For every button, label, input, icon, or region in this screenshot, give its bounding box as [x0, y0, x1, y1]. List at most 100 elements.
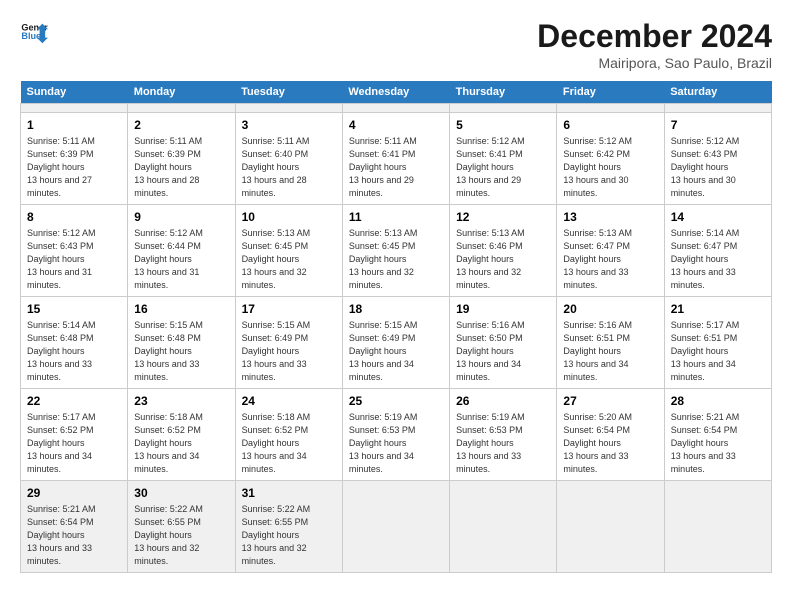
- calendar-cell: 27Sunrise: 5:20 AMSunset: 6:54 PMDayligh…: [557, 389, 664, 481]
- day-info: Sunrise: 5:11 AMSunset: 6:41 PMDaylight …: [349, 135, 443, 200]
- calendar-cell: [664, 104, 771, 113]
- calendar-container: General Blue December 2024 Mairipora, Sa…: [0, 0, 792, 583]
- day-number: 2: [134, 117, 228, 134]
- calendar-cell: 2Sunrise: 5:11 AMSunset: 6:39 PMDaylight…: [128, 113, 235, 205]
- day-info: Sunrise: 5:16 AMSunset: 6:50 PMDaylight …: [456, 319, 550, 384]
- day-info: Sunrise: 5:16 AMSunset: 6:51 PMDaylight …: [563, 319, 657, 384]
- day-number: 24: [242, 393, 336, 410]
- week-row-1: 1Sunrise: 5:11 AMSunset: 6:39 PMDaylight…: [21, 113, 772, 205]
- header-saturday: Saturday: [664, 81, 771, 104]
- day-number: 18: [349, 301, 443, 318]
- calendar-cell: 30Sunrise: 5:22 AMSunset: 6:55 PMDayligh…: [128, 481, 235, 573]
- day-number: 30: [134, 485, 228, 502]
- day-info: Sunrise: 5:14 AMSunset: 6:48 PMDaylight …: [27, 319, 121, 384]
- calendar-cell: 13Sunrise: 5:13 AMSunset: 6:47 PMDayligh…: [557, 205, 664, 297]
- day-number: 1: [27, 117, 121, 134]
- calendar-cell: 12Sunrise: 5:13 AMSunset: 6:46 PMDayligh…: [450, 205, 557, 297]
- day-number: 8: [27, 209, 121, 226]
- logo: General Blue: [20, 18, 48, 46]
- month-title: December 2024: [537, 18, 772, 55]
- day-info: Sunrise: 5:13 AMSunset: 6:45 PMDaylight …: [242, 227, 336, 292]
- day-number: 5: [456, 117, 550, 134]
- calendar-cell: [557, 104, 664, 113]
- calendar-cell: 16Sunrise: 5:15 AMSunset: 6:48 PMDayligh…: [128, 297, 235, 389]
- calendar-cell: 10Sunrise: 5:13 AMSunset: 6:45 PMDayligh…: [235, 205, 342, 297]
- day-info: Sunrise: 5:22 AMSunset: 6:55 PMDaylight …: [134, 503, 228, 568]
- day-info: Sunrise: 5:12 AMSunset: 6:44 PMDaylight …: [134, 227, 228, 292]
- day-number: 14: [671, 209, 765, 226]
- calendar-cell: 1Sunrise: 5:11 AMSunset: 6:39 PMDaylight…: [21, 113, 128, 205]
- calendar-cell: 15Sunrise: 5:14 AMSunset: 6:48 PMDayligh…: [21, 297, 128, 389]
- day-number: 6: [563, 117, 657, 134]
- week-row-3: 15Sunrise: 5:14 AMSunset: 6:48 PMDayligh…: [21, 297, 772, 389]
- calendar-cell: 28Sunrise: 5:21 AMSunset: 6:54 PMDayligh…: [664, 389, 771, 481]
- calendar-cell: [342, 104, 449, 113]
- calendar-cell: 8Sunrise: 5:12 AMSunset: 6:43 PMDaylight…: [21, 205, 128, 297]
- header-monday: Monday: [128, 81, 235, 104]
- week-row-2: 8Sunrise: 5:12 AMSunset: 6:43 PMDaylight…: [21, 205, 772, 297]
- header-friday: Friday: [557, 81, 664, 104]
- day-info: Sunrise: 5:13 AMSunset: 6:46 PMDaylight …: [456, 227, 550, 292]
- calendar-cell: 23Sunrise: 5:18 AMSunset: 6:52 PMDayligh…: [128, 389, 235, 481]
- header-sunday: Sunday: [21, 81, 128, 104]
- day-info: Sunrise: 5:15 AMSunset: 6:49 PMDaylight …: [242, 319, 336, 384]
- calendar-cell: [557, 481, 664, 573]
- day-number: 28: [671, 393, 765, 410]
- day-info: Sunrise: 5:15 AMSunset: 6:48 PMDaylight …: [134, 319, 228, 384]
- day-info: Sunrise: 5:12 AMSunset: 6:43 PMDaylight …: [27, 227, 121, 292]
- day-info: Sunrise: 5:12 AMSunset: 6:41 PMDaylight …: [456, 135, 550, 200]
- calendar-cell: [21, 104, 128, 113]
- calendar-cell: 29Sunrise: 5:21 AMSunset: 6:54 PMDayligh…: [21, 481, 128, 573]
- day-number: 10: [242, 209, 336, 226]
- calendar-cell: [235, 104, 342, 113]
- day-info: Sunrise: 5:20 AMSunset: 6:54 PMDaylight …: [563, 411, 657, 476]
- calendar-cell: 3Sunrise: 5:11 AMSunset: 6:40 PMDaylight…: [235, 113, 342, 205]
- day-number: 15: [27, 301, 121, 318]
- day-number: 7: [671, 117, 765, 134]
- day-number: 23: [134, 393, 228, 410]
- week-row-4: 22Sunrise: 5:17 AMSunset: 6:52 PMDayligh…: [21, 389, 772, 481]
- calendar-cell: [450, 104, 557, 113]
- calendar-table: Sunday Monday Tuesday Wednesday Thursday…: [20, 81, 772, 573]
- title-block: December 2024 Mairipora, Sao Paulo, Braz…: [537, 18, 772, 71]
- calendar-cell: 31Sunrise: 5:22 AMSunset: 6:55 PMDayligh…: [235, 481, 342, 573]
- calendar-cell: 9Sunrise: 5:12 AMSunset: 6:44 PMDaylight…: [128, 205, 235, 297]
- day-number: 25: [349, 393, 443, 410]
- header-wednesday: Wednesday: [342, 81, 449, 104]
- day-number: 11: [349, 209, 443, 226]
- calendar-cell: [128, 104, 235, 113]
- calendar-cell: 21Sunrise: 5:17 AMSunset: 6:51 PMDayligh…: [664, 297, 771, 389]
- week-row-5: 29Sunrise: 5:21 AMSunset: 6:54 PMDayligh…: [21, 481, 772, 573]
- calendar-cell: 20Sunrise: 5:16 AMSunset: 6:51 PMDayligh…: [557, 297, 664, 389]
- day-number: 22: [27, 393, 121, 410]
- day-info: Sunrise: 5:19 AMSunset: 6:53 PMDaylight …: [456, 411, 550, 476]
- day-number: 16: [134, 301, 228, 318]
- day-info: Sunrise: 5:13 AMSunset: 6:47 PMDaylight …: [563, 227, 657, 292]
- calendar-cell: 25Sunrise: 5:19 AMSunset: 6:53 PMDayligh…: [342, 389, 449, 481]
- day-number: 29: [27, 485, 121, 502]
- day-info: Sunrise: 5:11 AMSunset: 6:40 PMDaylight …: [242, 135, 336, 200]
- day-number: 3: [242, 117, 336, 134]
- day-info: Sunrise: 5:13 AMSunset: 6:45 PMDaylight …: [349, 227, 443, 292]
- week-row-0: [21, 104, 772, 113]
- day-number: 17: [242, 301, 336, 318]
- calendar-cell: 7Sunrise: 5:12 AMSunset: 6:43 PMDaylight…: [664, 113, 771, 205]
- day-number: 4: [349, 117, 443, 134]
- day-info: Sunrise: 5:21 AMSunset: 6:54 PMDaylight …: [671, 411, 765, 476]
- calendar-cell: 24Sunrise: 5:18 AMSunset: 6:52 PMDayligh…: [235, 389, 342, 481]
- calendar-cell: 19Sunrise: 5:16 AMSunset: 6:50 PMDayligh…: [450, 297, 557, 389]
- days-header-row: Sunday Monday Tuesday Wednesday Thursday…: [21, 81, 772, 104]
- day-number: 12: [456, 209, 550, 226]
- calendar-cell: 14Sunrise: 5:14 AMSunset: 6:47 PMDayligh…: [664, 205, 771, 297]
- day-info: Sunrise: 5:17 AMSunset: 6:52 PMDaylight …: [27, 411, 121, 476]
- day-number: 27: [563, 393, 657, 410]
- day-info: Sunrise: 5:18 AMSunset: 6:52 PMDaylight …: [134, 411, 228, 476]
- day-info: Sunrise: 5:17 AMSunset: 6:51 PMDaylight …: [671, 319, 765, 384]
- logo-icon: General Blue: [20, 18, 48, 46]
- calendar-cell: [450, 481, 557, 573]
- day-number: 31: [242, 485, 336, 502]
- day-number: 20: [563, 301, 657, 318]
- day-number: 19: [456, 301, 550, 318]
- day-info: Sunrise: 5:12 AMSunset: 6:42 PMDaylight …: [563, 135, 657, 200]
- day-info: Sunrise: 5:14 AMSunset: 6:47 PMDaylight …: [671, 227, 765, 292]
